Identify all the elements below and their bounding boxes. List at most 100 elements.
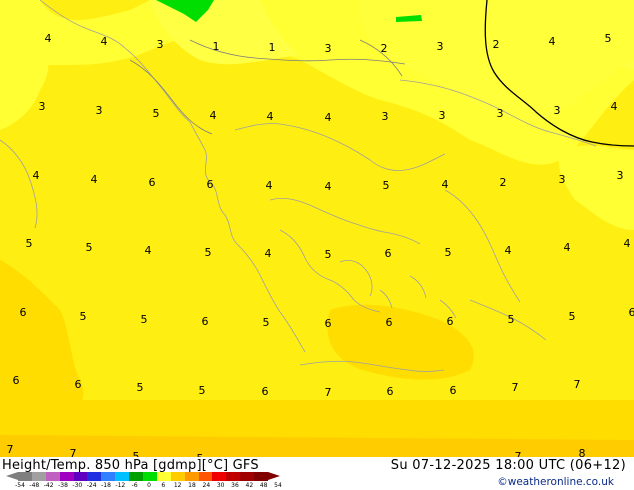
temperature-value: 4 [325,111,332,124]
temperature-value: 5 [199,384,206,397]
scale-tick-label: 48 [259,482,268,489]
temperature-value: 3 [617,169,624,182]
scale-arrow-right [268,472,280,480]
scale-tick-label: -18 [101,482,111,489]
color-scale-labels: -54 -48 -42 -38 -30 -24 -18 -12 -6 0 6 12 18 24 30 36 42… [15,482,308,490]
temperature-value: 6 [202,315,209,328]
temperature-value: 5 [605,32,612,45]
temperature-value: 5 [383,179,390,192]
scale-arrow-left [6,472,18,480]
temperature-value: 4 [564,241,571,254]
map-canvas: 4 4 3 1 1 3 2 3 2 4 53 3 5 4 4 4 3 3 3 3 44 4 6 6 4 4 5 4 2 3 35 5 4 5 4 5 6… [0,0,634,490]
scale-swatch [156,472,172,481]
scale-tick-label: 24 [202,482,211,489]
temperature-value: 6 [149,176,156,189]
scale-tick-label: 36 [231,482,239,489]
temperature-value: 7 [7,443,14,456]
color-scale [6,472,290,481]
scale-swatch [18,472,33,481]
scale-tick-label: -42 [43,482,54,489]
temperature-value: 6 [207,178,214,191]
temperature-value: 4 [45,32,52,45]
temperature-value: 5 [26,237,33,250]
valid-time: Su 07-12-2025 18:00 UTC (06+12) [390,458,626,473]
temperature-value: 6 [20,306,27,319]
scale-swatch [31,472,47,481]
scale-swatch [143,472,158,481]
scale-tick-label: 18 [188,482,196,489]
scale-tick-label: -38 [58,482,68,489]
scale-swatch [212,472,227,481]
temperature-value: 4 [325,180,332,193]
temperature-value: 7 [574,378,581,391]
temperature-value: 6 [447,315,454,328]
temperature-value: 3 [157,38,164,51]
temperature-value: 2 [381,42,388,55]
scale-swatch [170,472,186,481]
temperature-value: 3 [554,104,561,117]
temperature-value: 5 [205,246,212,259]
temperature-value: 3 [325,42,332,55]
temperature-value: 5 [263,316,270,329]
temperature-value: 6 [629,306,634,319]
scale-swatch [184,472,200,481]
temperature-value: 3 [559,173,566,186]
temperature-value: 6 [385,247,392,260]
temperature-value: 3 [96,104,103,117]
weather-map: 4431132324533544433334446644542335545456… [0,0,634,490]
scale-swatch [73,472,88,481]
scale-swatch [226,472,241,481]
temperature-value: 5 [80,310,87,323]
temperature-value: 6 [262,385,269,398]
scale-tick-label: -6 [131,482,138,489]
temperature-value: 6 [325,317,332,330]
temperature-value: 4 [267,110,274,123]
temperature-value: 3 [382,110,389,123]
temperature-value: 4 [265,247,272,260]
temperature-value: 4 [266,179,273,192]
temperature-value: 4 [505,244,512,257]
scale-tick-label: -48 [29,482,40,489]
temperature-value: 7 [512,381,519,394]
temperature-value: 5 [569,310,576,323]
temperature-value: 5 [508,313,515,326]
scale-swatch [101,472,116,481]
temperature-value: 6 [13,374,20,387]
scale-swatch [198,472,213,481]
temperature-value: 1 [213,40,220,53]
scale-tick-label: 42 [245,482,254,489]
scale-swatch [45,472,61,481]
scale-swatch [59,472,75,481]
temperature-value: 5 [325,248,332,261]
temperature-value: 6 [386,316,393,329]
map-title: Height/Temp. 850 hPa [gdmp][°C] GFS [2,458,259,473]
scale-tick-label: -24 [86,482,97,489]
scale-swatch [240,472,255,481]
temperature-value: 2 [500,176,507,189]
temperature-value: 5 [445,246,452,259]
scale-tick-label: 0 [147,482,151,489]
temperature-value: 6 [387,385,394,398]
temperature-value: 1 [269,41,276,54]
scale-tick-label: -30 [72,482,83,489]
temperature-value: 4 [611,100,618,113]
temperature-value: 4 [549,35,556,48]
scale-tick-label: -12 [115,482,126,489]
temperature-value: 3 [437,40,444,53]
temperature-value: 4 [624,237,631,250]
scale-tick-label: 54 [274,482,282,489]
temperature-value: 5 [141,313,148,326]
temperature-value: 5 [137,381,144,394]
temperature-value: 4 [145,244,152,257]
temperature-value: 2 [493,38,500,51]
site-credit-link[interactable]: ©weatheronline.co.uk [497,476,614,488]
scale-tick-label: 30 [216,482,225,489]
temperature-value: 4 [91,173,98,186]
temperature-value: 4 [101,35,108,48]
scale-swatch [254,472,269,481]
temperature-value: 3 [497,107,504,120]
temperature-value: 5 [86,241,93,254]
temperature-value: 4 [210,109,217,122]
scale-tick-label: -54 [15,482,25,489]
scale-tick-label: 6 [161,482,166,489]
